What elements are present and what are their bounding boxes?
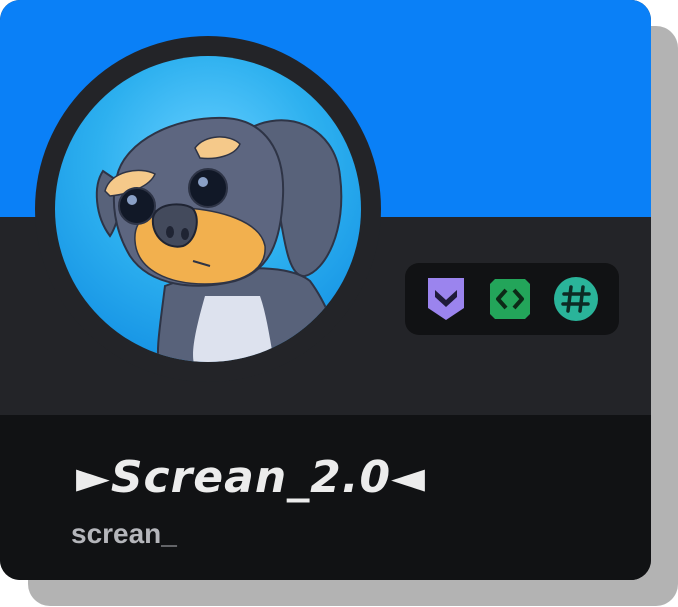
username: screan_	[71, 518, 177, 549]
display-name: ►Screan_2.0◄	[76, 452, 426, 503]
hypesquad-balance-badge-icon[interactable]	[423, 276, 469, 322]
profile-card: ►Screan_2.0◄ screan_	[0, 0, 651, 580]
avatar[interactable]	[55, 56, 361, 362]
dog-avatar-icon	[95, 116, 346, 362]
badge-list	[405, 263, 619, 335]
originally-known-as-badge-icon[interactable]	[553, 276, 599, 322]
active-developer-badge-icon[interactable]	[487, 276, 533, 322]
